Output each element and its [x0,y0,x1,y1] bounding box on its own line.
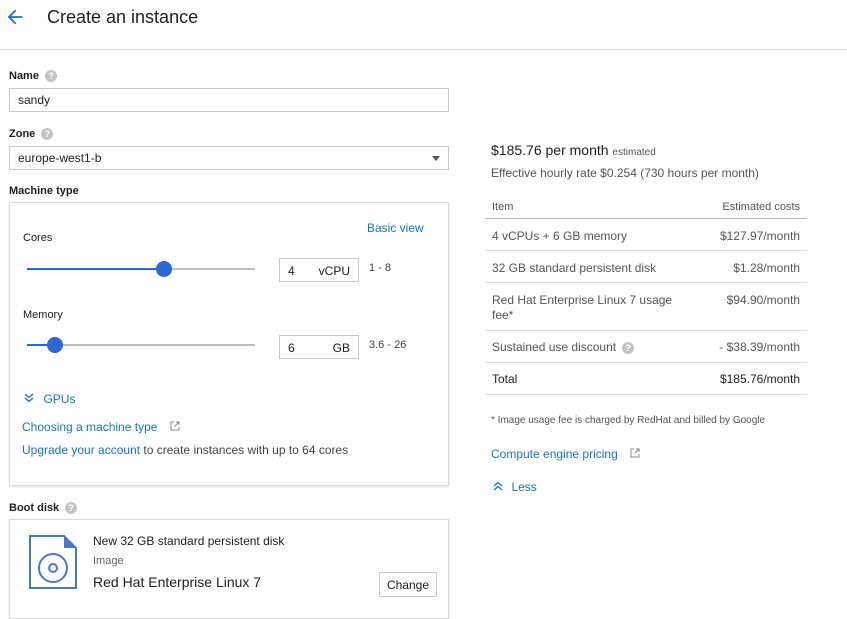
disk-file-icon [29,535,77,589]
caret-down-icon [432,156,440,161]
choosing-machine-type-link[interactable]: Choosing a machine type [22,420,157,434]
memory-label: Memory [23,309,63,321]
boot-disk-card: New 32 GB standard persistent disk Image… [9,519,449,619]
name-input[interactable]: sandy [9,88,449,112]
hourly-rate: Effective hourly rate $0.254 (730 hours … [491,166,759,180]
help-icon[interactable]: ? [622,342,635,354]
cores-slider-fill [27,268,164,270]
table-row: Sustained use discount? - $38.39/month [485,331,807,363]
image-name: Red Hat Enterprise Linux 7 [93,574,262,590]
chevron-double-down-icon [24,393,34,403]
choosing-row: Choosing a machine type [22,418,180,436]
cores-input[interactable]: 4 vCPU [279,258,359,282]
name-label: Name? [9,70,57,82]
upgrade-account-link[interactable]: Upgrade your account [22,443,140,457]
pricing-row: Compute engine pricing [491,445,640,463]
upgrade-row: Upgrade your account to create instances… [22,443,348,457]
estimated-label: estimated [612,147,656,158]
col-estimated-costs: Estimated costs [722,201,800,213]
table-row: 32 GB standard persistent disk $1.28/mon… [485,251,807,283]
memory-input[interactable]: 6 GB [279,335,359,359]
disk-title: New 32 GB standard persistent disk [93,534,285,548]
table-row: Red Hat Enterprise Linux 7 usage fee* $9… [485,283,807,331]
less-label[interactable]: Less [511,480,536,494]
gpus-toggle[interactable]: GPUs [24,390,75,408]
image-label: Image [93,555,124,567]
col-item: Item [492,201,514,213]
gpus-label[interactable]: GPUs [43,392,75,406]
memory-range: 3.6 - 26 [369,339,407,351]
page-header: Create an instance [0,0,847,50]
memory-slider-thumb[interactable] [47,337,63,353]
help-icon[interactable]: ? [65,502,78,514]
external-link-icon [630,448,640,458]
cores-label: Cores [23,232,53,244]
change-button[interactable]: Change [379,572,437,597]
basic-view-link[interactable]: Basic view [367,221,424,235]
chevron-double-up-icon [493,481,503,491]
help-icon[interactable]: ? [44,70,57,82]
machine-type-card: Basic view Cores 4 vCPU 1 - 8 Memory 6 G… [9,202,449,486]
compute-engine-pricing-link[interactable]: Compute engine pricing [491,447,618,461]
machine-type-label: Machine type [9,185,79,197]
cores-range: 1 - 8 [369,262,392,274]
zone-select[interactable]: europe-west1-b [9,146,449,170]
cost-table-header: Item Estimated costs [485,195,807,219]
footnote: * Image usage fee is charged by RedHat a… [491,415,766,426]
back-arrow-icon[interactable] [4,6,26,28]
page-title: Create an instance [47,7,199,27]
table-row: 4 vCPUs + 6 GB memory $127.97/month [485,219,807,251]
monthly-price: $185.76 per month estimated [491,142,656,158]
upgrade-text: to create instances with up to 64 cores [140,443,349,457]
zone-select-value: europe-west1-b [18,151,102,165]
boot-disk-label: Boot disk? [9,502,78,514]
zone-label: Zone? [9,128,54,140]
less-toggle[interactable]: Less [493,478,537,496]
cores-slider-thumb[interactable] [156,261,172,277]
total-row: Total $185.76/month [485,363,807,395]
external-link-icon [170,421,180,431]
help-icon[interactable]: ? [41,128,54,140]
